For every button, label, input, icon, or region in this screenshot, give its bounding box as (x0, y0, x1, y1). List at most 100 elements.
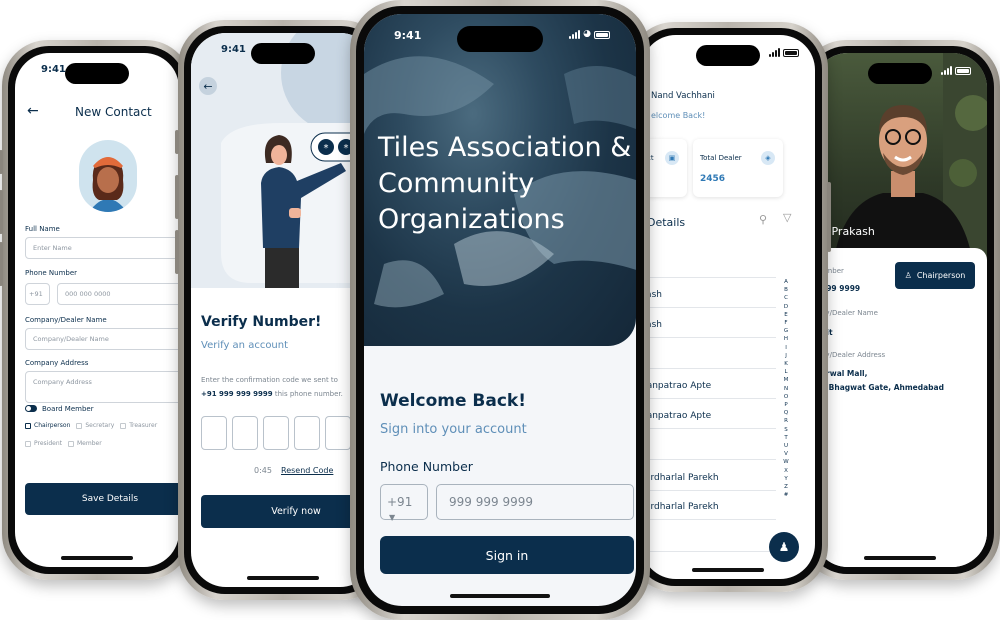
alphabet-letter[interactable]: I (781, 344, 791, 352)
divider (641, 490, 776, 491)
otp-input[interactable] (294, 416, 320, 450)
alphabet-letter[interactable]: K (781, 360, 791, 368)
home-indicator (692, 568, 764, 572)
board-member-toggle[interactable] (25, 405, 37, 412)
page-title: New Contact (75, 105, 152, 119)
alphabet-letter[interactable]: P (781, 401, 791, 409)
filter-icon[interactable]: ▽ (783, 211, 791, 224)
search-icon[interactable]: ⚲ (759, 213, 767, 226)
dynamic-island (251, 43, 315, 64)
sign-in-button[interactable]: Sign in (380, 536, 634, 574)
alphabet-letter[interactable]: R (781, 417, 791, 425)
alphabet-letter[interactable]: C (781, 294, 791, 302)
list-item[interactable]: Girdharlal Parekh (641, 473, 776, 483)
divider (641, 459, 776, 460)
role-checkbox-president[interactable]: President (25, 440, 62, 447)
otp-input[interactable] (201, 416, 227, 450)
alphabet-letter[interactable]: W (781, 458, 791, 466)
company-label: Company/Dealer Name (25, 316, 107, 324)
checkbox-icon (25, 440, 31, 447)
alphabet-letter[interactable]: Y (781, 475, 791, 483)
signin-screen: 9:41 ◕ Tiles Association & Community Org… (364, 14, 636, 606)
alphabet-letter[interactable]: B (781, 286, 791, 294)
save-details-button[interactable]: Save Details (25, 483, 179, 515)
phone-input[interactable]: 000 000 0000 (57, 283, 179, 305)
layers-icon: ◈ (761, 151, 775, 165)
list-item[interactable]: kash (641, 320, 776, 330)
otp-input[interactable] (263, 416, 289, 450)
alphabet-letter[interactable]: O (781, 393, 791, 401)
phone-input[interactable]: 999 999 9999 (436, 484, 634, 520)
phone-side-button (0, 190, 3, 234)
dynamic-island (696, 45, 760, 66)
verify-now-button[interactable]: Verify now (201, 495, 375, 528)
dynamic-island (65, 63, 129, 84)
list-item[interactable]: Sanpatrao Apte (641, 411, 776, 421)
back-arrow-icon[interactable]: ← (199, 77, 217, 95)
alphabet-letter[interactable]: V (781, 450, 791, 458)
verify-title: Verify Number! (201, 314, 322, 330)
badge-label: Chairperson (916, 271, 966, 280)
alphabet-index[interactable]: A B C D E F G H I J K L M N O P Q R S T U V W X Y Z # (781, 278, 791, 499)
company-input[interactable]: Company/Dealer Name (25, 328, 179, 350)
verify-note-phone: +91 999 999 9999 this phone number. (201, 390, 343, 398)
alphabet-letter[interactable]: X (781, 467, 791, 475)
alphabet-letter[interactable]: F (781, 319, 791, 327)
list-item[interactable]: Sanpatrao Apte (641, 381, 776, 391)
phone-side-button (175, 130, 179, 154)
country-code-select[interactable]: +91 (25, 283, 50, 305)
profile-screen: d Prakash umber 999 9999 ♙ Chairperson n… (813, 53, 987, 567)
divider (641, 277, 776, 278)
phone-side-button (0, 150, 3, 174)
svg-text:*: * (324, 143, 329, 154)
list-item[interactable]: kash (641, 290, 776, 300)
signal-icon (941, 66, 952, 75)
country-code-value: +91 (387, 495, 413, 509)
divider (641, 337, 776, 338)
phone-side-button (827, 182, 831, 252)
alphabet-letter[interactable]: # (781, 491, 791, 499)
address-input[interactable]: Company Address (25, 371, 179, 403)
phone-new-contact: 9:41 ← New Contact Full Name Enter Name … (0, 40, 192, 580)
back-arrow-icon[interactable]: ← (27, 103, 39, 119)
otp-input[interactable] (325, 416, 351, 450)
stat-value: 2456 (700, 174, 726, 184)
signal-icon (769, 48, 780, 57)
full-name-input[interactable]: Enter Name (25, 237, 179, 259)
wifi-icon: ◕ (583, 29, 591, 39)
home-indicator (450, 594, 550, 598)
welcome-subtitle: Sign into your account (380, 422, 527, 437)
alphabet-letter[interactable]: J (781, 352, 791, 360)
alphabet-letter[interactable]: A (781, 278, 791, 286)
signal-icon (569, 30, 581, 39)
alphabet-letter[interactable]: H (781, 335, 791, 343)
list-item[interactable]: Girdharlal Parekh (641, 502, 776, 512)
divider (641, 368, 776, 369)
alphabet-letter[interactable]: S (781, 426, 791, 434)
role-checkbox-treasurer[interactable]: Treasurer (120, 422, 157, 429)
alphabet-letter[interactable]: N (781, 385, 791, 393)
alphabet-letter[interactable]: M (781, 376, 791, 384)
phone-label: Phone Number (380, 459, 473, 474)
stat-label: Total Dealer (700, 154, 742, 162)
alphabet-letter[interactable]: U (781, 442, 791, 450)
add-contact-fab[interactable]: ♟ (769, 532, 799, 562)
alphabet-letter[interactable]: Q (781, 409, 791, 417)
otp-input[interactable] (232, 416, 258, 450)
section-title: Details (647, 216, 686, 229)
country-code-select[interactable]: +91 ▼ (380, 484, 428, 522)
alphabet-letter[interactable]: L (781, 368, 791, 376)
verify-subtitle: Verify an account (201, 340, 289, 351)
alphabet-letter[interactable]: D (781, 303, 791, 311)
resend-code-link[interactable]: Resend Code (281, 466, 333, 475)
stat-card-total-dealer[interactable]: Total Dealer 2456 ◈ (693, 139, 783, 197)
alphabet-letter[interactable]: E (781, 311, 791, 319)
role-checkbox-secretary[interactable]: Secretary (76, 422, 114, 429)
alphabet-letter[interactable]: G (781, 327, 791, 335)
alphabet-letter[interactable]: T (781, 434, 791, 442)
role-checkbox-member[interactable]: Member (68, 440, 102, 447)
role-label: President (34, 440, 62, 447)
role-checkbox-chairperson[interactable]: Chairperson (25, 422, 70, 429)
dashboard-screen: Nand Vachhani elcome Back! ct ▣ Total De… (641, 35, 815, 579)
alphabet-letter[interactable]: Z (781, 483, 791, 491)
